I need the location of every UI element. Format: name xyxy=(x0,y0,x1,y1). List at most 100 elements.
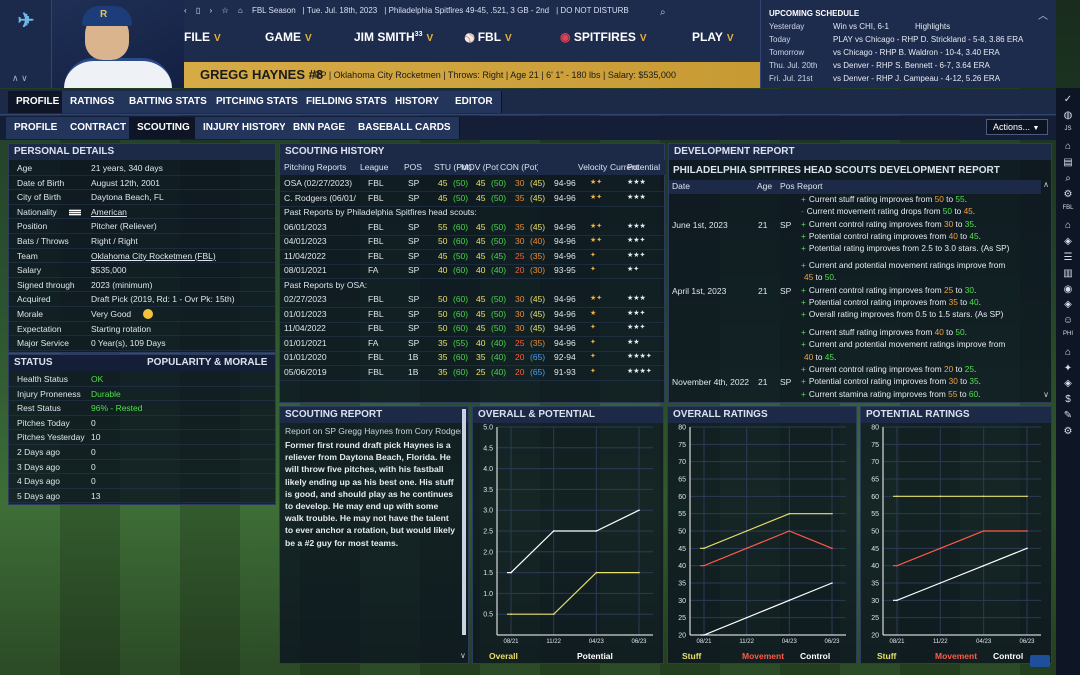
wrench-icon[interactable]: ✎ xyxy=(1056,410,1080,421)
run-icon[interactable]: ✦ xyxy=(1056,363,1080,374)
home-icon[interactable]: ⌂ xyxy=(1056,141,1080,152)
dnd-label[interactable]: DO NOT DISTURB xyxy=(560,6,628,15)
status-row: Rest Status 96% - Rested xyxy=(9,401,275,416)
star-icon[interactable]: ☆ xyxy=(221,6,228,15)
y-tick-label: 1.0 xyxy=(483,591,493,598)
actions-dropdown[interactable]: Actions... ▼ xyxy=(986,119,1048,135)
history-col-header[interactable]: Potential xyxy=(627,160,667,175)
subtab-contract[interactable]: CONTRACT xyxy=(62,117,136,139)
search-icon[interactable]: ⌕ xyxy=(660,7,672,19)
shield-icon[interactable]: ◈ xyxy=(1056,299,1080,310)
schedule-row[interactable]: Yesterday Win vs CHI, 6-1 Highlights xyxy=(769,22,1053,34)
shield-icon[interactable]: ◈ xyxy=(1056,378,1080,389)
menu-play[interactable]: PLAY V xyxy=(692,30,734,50)
movement-value: 45 xyxy=(476,323,486,333)
menu-manager[interactable]: JIM SMITH33 V xyxy=(354,30,433,50)
dollar-icon[interactable]: $ xyxy=(1056,394,1080,405)
movement-potential: (50) xyxy=(491,294,507,304)
game-logo[interactable]: ✈ ∧ ∨ xyxy=(0,0,52,88)
data-point xyxy=(831,547,833,550)
dev-col-date[interactable]: Date xyxy=(672,181,690,191)
control-value: 20 xyxy=(515,352,525,362)
schedule-row[interactable]: Tomorrow vs Chicago - RHP B. Waldron - 10… xyxy=(769,48,1053,60)
detail-value[interactable]: Oklahoma City Rocketmen (FBL) xyxy=(91,249,216,264)
history-row[interactable]: 01/01/2021 FA SP 35 (55) 40 (40) 25 (35) 94-96 ✦ ★★ xyxy=(280,338,666,352)
menu-league[interactable]: ⚾ FBL V xyxy=(464,30,512,50)
dev-period: . xyxy=(964,327,967,337)
window-icon[interactable]: ▯ xyxy=(196,6,200,15)
subtab-baseball-cards[interactable]: BASEBALL CARDS xyxy=(350,117,460,139)
tab-editor[interactable]: EDITOR xyxy=(447,91,502,113)
dev-col-report[interactable]: Report xyxy=(797,181,823,191)
dev-to: 50 xyxy=(955,327,965,337)
check-icon[interactable]: ✓ xyxy=(1056,94,1080,105)
home-icon[interactable]: ⌂ xyxy=(1056,220,1080,231)
schedule-row[interactable]: Thu. Jul. 20th vs Denver - RHP S. Bennett… xyxy=(769,61,1053,73)
collapse-icon[interactable]: ︿ xyxy=(1038,7,1048,22)
subtab-scouting[interactable]: SCOUTING xyxy=(129,117,199,139)
history-col-header[interactable]: POS xyxy=(404,160,432,175)
forward-icon[interactable]: › xyxy=(210,6,213,15)
gear-icon[interactable]: ⚙ xyxy=(1056,189,1080,200)
history-row[interactable]: OSA (02/27/2023) FBL SP 45 (50) 45 (50) 30 (45) 9… xyxy=(280,178,666,192)
newspaper-icon[interactable]: ▤ xyxy=(1056,157,1080,168)
chart-icon[interactable]: ▥ xyxy=(1056,268,1080,279)
scroll-down-icon[interactable]: ∨ xyxy=(460,651,466,660)
subtab-profile[interactable]: PROFILE xyxy=(6,117,67,139)
search-icon[interactable]: ⌕ xyxy=(1056,173,1080,184)
tab-history[interactable]: HISTORY xyxy=(387,91,448,113)
y-tick-label: 0.5 xyxy=(483,612,493,619)
history-row[interactable]: 06/01/2023 FBL SP 55 (60) 45 (50) 35 (45) 94-96 ★✦… xyxy=(280,222,666,236)
schedule-row[interactable]: Fri. Jul. 21st vs Denver - RHP J. Campeau… xyxy=(769,74,1053,86)
menu-file[interactable]: FILE V xyxy=(184,30,221,50)
history-row[interactable]: 11/04/2022 FBL SP 45 (50) 45 (45) 25 (35) 94-96 ✦ ★… xyxy=(280,251,666,265)
report-pos: SP xyxy=(408,250,420,261)
shield-icon[interactable]: ◈ xyxy=(1056,236,1080,247)
history-row[interactable]: 05/06/2019 FBL 1B 35 (60) 25 (40) 20 (65) 91-93 ✦ ★… xyxy=(280,367,666,381)
tab-batting-stats[interactable]: BATTING STATS xyxy=(121,91,216,113)
ball-icon[interactable]: ◉ xyxy=(1056,284,1080,295)
history-row[interactable]: 11/04/2022 FBL SP 50 (60) 45 (50) 30 (45) 94-96 ✦ ★… xyxy=(280,323,666,337)
history-row[interactable]: 01/01/2020 FBL 1B 35 (60) 35 (40) 20 (65) 92-94 ✦ ★… xyxy=(280,352,666,366)
gear-icon[interactable]: ⚙ xyxy=(1056,426,1080,437)
history-row[interactable]: 08/01/2021 FA SP 40 (60) 40 (40) 20 (30) 93-95 ✦ ★✦ xyxy=(280,265,666,279)
history-col-header[interactable]: MOV (Pot) xyxy=(461,160,499,175)
subtab-injury-history[interactable]: INJURY HISTORY xyxy=(195,117,295,139)
people-icon[interactable]: ☺ xyxy=(1056,315,1080,326)
history-col-header[interactable]: League xyxy=(360,160,402,175)
highlights-link[interactable]: Highlights xyxy=(915,22,950,31)
dev-col-pos[interactable]: Pos xyxy=(780,181,795,191)
menu-game[interactable]: GAME V xyxy=(265,30,312,50)
detail-value[interactable]: American xyxy=(91,205,127,220)
data-point xyxy=(831,582,833,584)
history-col-header[interactable]: Pitching Reports xyxy=(284,160,358,175)
report-scrollbar[interactable] xyxy=(462,409,466,635)
history-row[interactable]: C. Rodgers (06/01/2023) FBL SP 45 (50) 45 (50)… xyxy=(280,193,666,207)
tab-pitching-stats[interactable]: PITCHING STATS xyxy=(208,91,307,113)
y-tick-label: 4.5 xyxy=(483,445,493,452)
list-icon[interactable]: ☰ xyxy=(1056,252,1080,263)
tab-ratings[interactable]: RATINGS xyxy=(62,91,124,113)
chart-title: OVERALL & POTENTIAL xyxy=(473,407,663,423)
scroll-down-icon[interactable]: ∨ xyxy=(1043,390,1049,399)
expand-arrows-icon[interactable]: ∧ ∨ xyxy=(12,73,28,84)
popularity-morale-tab[interactable]: POPULARITY & MORALE xyxy=(147,355,267,371)
schedule-row[interactable]: Today PLAY vs Chicago - RHP D. Strickland… xyxy=(769,35,1053,47)
movement-value: 45 xyxy=(476,308,486,319)
menu-team[interactable]: ◉ SPITFIRES V xyxy=(560,30,647,50)
history-row[interactable]: 04/01/2023 FBL SP 50 (60) 45 (50) 30 (40) 94-96 ★✦… xyxy=(280,236,666,250)
globe-icon[interactable]: ◍ xyxy=(1056,110,1080,121)
history-col-header[interactable]: CON (Pot) xyxy=(500,160,538,175)
subtab-bnn-page[interactable]: BNN PAGE xyxy=(285,117,355,139)
tab-fielding-stats[interactable]: FIELDING STATS xyxy=(298,91,396,113)
scroll-up-icon[interactable]: ∧ xyxy=(1043,180,1049,189)
home-icon[interactable]: ⌂ xyxy=(238,6,243,15)
dev-col-age[interactable]: Age xyxy=(757,181,772,191)
history-row[interactable]: 02/27/2023 FBL SP 50 (60) 45 (50) 30 (45) 94-96 ★✦… xyxy=(280,294,666,308)
tab-profile[interactable]: PROFILE xyxy=(8,91,69,113)
back-icon[interactable]: ‹ xyxy=(184,6,187,15)
history-row[interactable]: 01/01/2023 FBL SP 50 (60) 45 (50) 30 (45) 94-96 ★ ★… xyxy=(280,309,666,323)
home-icon[interactable]: ⌂ xyxy=(1056,347,1080,358)
control-value: 25 xyxy=(515,250,525,261)
team-logo-icon: ◉ xyxy=(560,30,574,44)
